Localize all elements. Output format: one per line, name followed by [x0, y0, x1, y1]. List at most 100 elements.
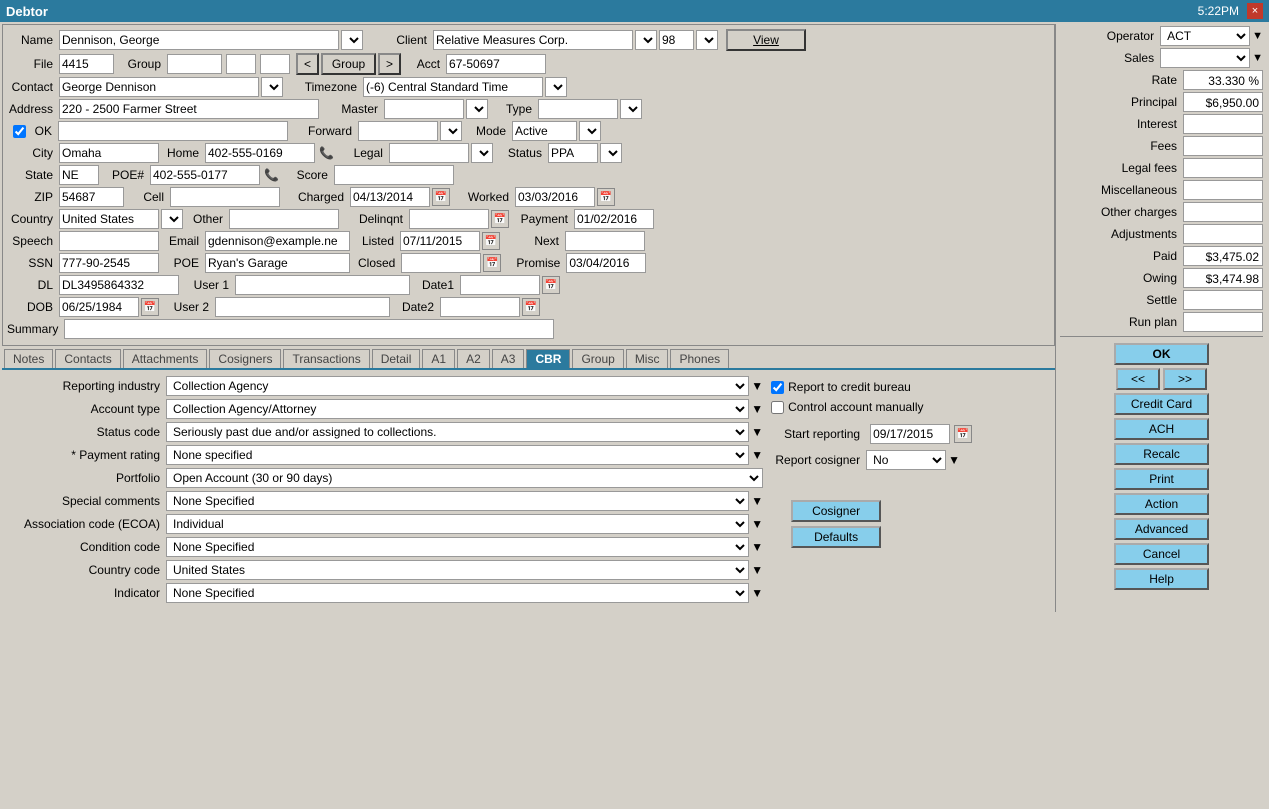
name-dropdown[interactable]: ▼ [341, 30, 363, 50]
charged-cal-btn[interactable]: 📅 [432, 188, 450, 206]
listed-cal-btn[interactable]: 📅 [482, 232, 500, 250]
advanced-button[interactable]: Advanced [1114, 518, 1209, 540]
help-button[interactable]: Help [1114, 568, 1209, 590]
sales-select[interactable] [1160, 48, 1250, 68]
indicator-select[interactable]: None Specified [166, 583, 749, 603]
master-field[interactable] [384, 99, 464, 119]
user2-field[interactable] [215, 297, 390, 317]
date1-field[interactable] [460, 275, 540, 295]
date2-field[interactable] [440, 297, 520, 317]
city-field[interactable] [59, 143, 159, 163]
close-button[interactable]: × [1247, 3, 1263, 19]
condition-code-select[interactable]: None Specified [166, 537, 749, 557]
control-manually-checkbox[interactable] [771, 401, 784, 414]
next-button[interactable]: >> [1163, 368, 1207, 390]
report-to-credit-checkbox[interactable] [771, 381, 784, 394]
tab-cosigners[interactable]: Cosigners [209, 349, 281, 368]
client-dropdown[interactable]: ▼ [635, 30, 657, 50]
account-type-select[interactable]: Collection Agency/Attorney [166, 399, 749, 419]
legal-dropdown[interactable]: ▼ [471, 143, 493, 163]
other-field[interactable] [229, 209, 339, 229]
type-field[interactable] [538, 99, 618, 119]
address-field[interactable] [59, 99, 319, 119]
poe-name-field[interactable] [205, 253, 350, 273]
group-field[interactable] [167, 54, 222, 74]
summary-field[interactable] [64, 319, 554, 339]
ok-checkbox[interactable] [13, 125, 26, 138]
charged-field[interactable] [350, 187, 430, 207]
name-field[interactable] [59, 30, 339, 50]
defaults-button[interactable]: Defaults [791, 526, 881, 548]
listed-field[interactable] [400, 231, 480, 251]
status-code-select[interactable]: Seriously past due and/or assigned to co… [166, 422, 749, 442]
tab-notes[interactable]: Notes [4, 349, 53, 368]
tab-group[interactable]: Group [572, 349, 623, 368]
client-code-field[interactable] [659, 30, 694, 50]
closed-field[interactable] [401, 253, 481, 273]
status-dropdown[interactable]: ▼ [600, 143, 622, 163]
worked-field[interactable] [515, 187, 595, 207]
tab-attachments[interactable]: Attachments [123, 349, 208, 368]
start-reporting-cal-btn[interactable]: 📅 [954, 425, 972, 443]
cancel-button[interactable]: Cancel [1114, 543, 1209, 565]
contact-dropdown[interactable]: ▼ [261, 77, 283, 97]
date1-cal-btn[interactable]: 📅 [542, 276, 560, 294]
ach-button[interactable]: ACH [1114, 418, 1209, 440]
ok-field[interactable] [58, 121, 288, 141]
payment-rating-select[interactable]: None specified [166, 445, 749, 465]
delinqnt-field[interactable] [409, 209, 489, 229]
client-code-dropdown[interactable]: ▼ [696, 30, 718, 50]
group-nav-center[interactable]: Group [321, 53, 376, 75]
acct-field[interactable] [446, 54, 546, 74]
tab-a2[interactable]: A2 [457, 349, 490, 368]
credit-card-button[interactable]: Credit Card [1114, 393, 1209, 415]
timezone-field[interactable] [363, 77, 543, 97]
tab-detail[interactable]: Detail [372, 349, 421, 368]
ok-button[interactable]: OK [1114, 343, 1209, 365]
zip-field[interactable] [59, 187, 124, 207]
forward-field[interactable] [358, 121, 438, 141]
cosigner-button[interactable]: Cosigner [791, 500, 881, 522]
tab-contacts[interactable]: Contacts [55, 349, 120, 368]
tab-a1[interactable]: A1 [422, 349, 455, 368]
dl-field[interactable] [59, 275, 179, 295]
run-plan-field[interactable] [1183, 312, 1263, 332]
payment-field[interactable] [574, 209, 654, 229]
status-field[interactable] [548, 143, 598, 163]
timezone-dropdown[interactable]: ▼ [545, 77, 567, 97]
date2-cal-btn[interactable]: 📅 [522, 298, 540, 316]
group-nav-right[interactable]: > [378, 53, 401, 75]
country-field[interactable] [59, 209, 159, 229]
start-reporting-field[interactable] [870, 424, 950, 444]
reporting-industry-select[interactable]: Collection Agency [166, 376, 749, 396]
action-button[interactable]: Action [1114, 493, 1209, 515]
tab-cbr[interactable]: CBR [526, 349, 570, 368]
recalc-button[interactable]: Recalc [1114, 443, 1209, 465]
home-field[interactable] [205, 143, 315, 163]
poe-field[interactable] [150, 165, 260, 185]
file-field[interactable] [59, 54, 114, 74]
worked-cal-btn[interactable]: 📅 [597, 188, 615, 206]
client-field[interactable] [433, 30, 633, 50]
mode-field[interactable] [512, 121, 577, 141]
poe-phone-icon[interactable]: 📞 [264, 168, 279, 182]
user1-field[interactable] [235, 275, 410, 295]
association-code-select[interactable]: Individual [166, 514, 749, 534]
special-comments-select[interactable]: None Specified [166, 491, 749, 511]
email-field[interactable] [205, 231, 350, 251]
mode-dropdown[interactable]: ▼ [579, 121, 601, 141]
country-dropdown[interactable]: ▼ [161, 209, 183, 229]
tab-misc[interactable]: Misc [626, 349, 669, 368]
print-button[interactable]: Print [1114, 468, 1209, 490]
closed-cal-btn[interactable]: 📅 [483, 254, 501, 272]
tab-phones[interactable]: Phones [670, 349, 729, 368]
portfolio-select[interactable]: Open Account (30 or 90 days) [166, 468, 763, 488]
score-field[interactable] [334, 165, 454, 185]
group-nav-left[interactable]: < [296, 53, 319, 75]
cell-field[interactable] [170, 187, 280, 207]
next-field[interactable] [565, 231, 645, 251]
forward-dropdown[interactable]: ▼ [440, 121, 462, 141]
tab-a3[interactable]: A3 [492, 349, 525, 368]
group-field3[interactable] [260, 54, 290, 74]
type-dropdown[interactable]: ▼ [620, 99, 642, 119]
